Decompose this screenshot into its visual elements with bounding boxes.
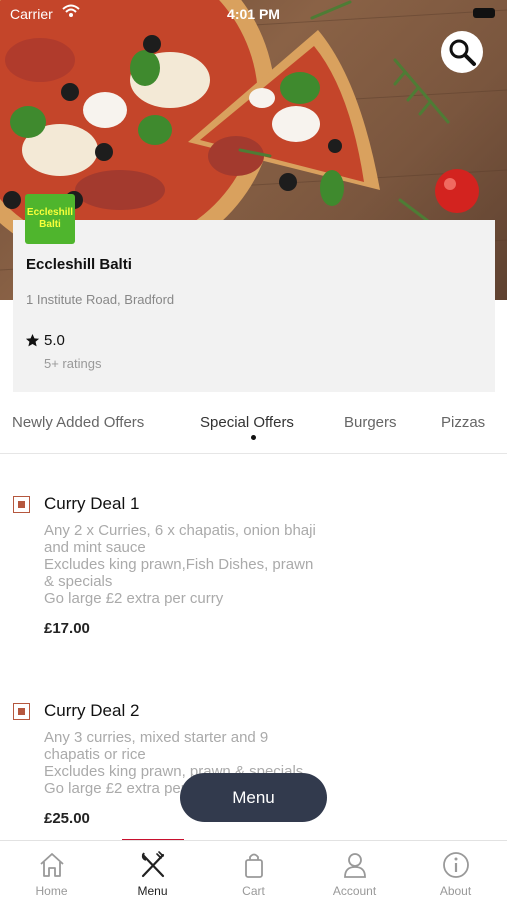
nav-home[interactable]: Home [1,841,102,900]
info-icon [443,852,469,878]
item-description-line: and mint sauce [44,539,146,556]
nav-label: Account [332,884,377,898]
battery-icon [473,8,495,18]
item-price: £17.00 [44,620,90,637]
tab-pizzas[interactable]: Pizzas [441,414,485,431]
search-button[interactable] [441,31,483,73]
item-select-checkbox[interactable] [13,496,30,513]
nav-cart[interactable]: Cart [203,841,304,900]
active-tab-indicator [251,435,256,440]
restaurant-logo: Eccleshill Balti [25,194,75,244]
shopping-bag-icon [245,853,263,878]
tab-burgers[interactable]: Burgers [344,414,397,431]
restaurant-address: 1 Institute Road, Bradford [26,292,175,307]
fork-knife-icon [141,851,165,878]
nav-label: Menu [137,884,168,898]
user-icon [344,853,366,878]
nav-label: About [439,884,472,898]
nav-menu[interactable]: Menu [102,841,203,900]
item-description-line: chapatis or rice [44,746,146,763]
item-description-line: Any 3 curries, mixed starter and 9 [44,729,269,746]
status-time: 4:01 PM [227,6,280,22]
rating-value: 5.0 [44,332,65,349]
item-title: Curry Deal 1 [44,494,140,513]
restaurant-info-card: Eccleshill Balti Eccleshill Balti 1 Inst… [13,194,495,392]
item-description-line: Any 2 x Curries, 6 x chapatis, onion bha… [44,522,316,539]
status-bar: Carrier 4:01 PM [0,0,507,28]
nav-about[interactable]: About [405,841,506,900]
rating-row: 5.0 [25,332,65,349]
floating-menu-button[interactable]: Menu [180,773,327,822]
search-icon [449,39,476,66]
category-tabs: Newly Added Offers Special Offers Burger… [0,400,507,454]
star-icon [25,333,40,347]
rating-count: 5+ ratings [44,356,102,371]
logo-text-line2: Balti [39,219,61,230]
restaurant-name: Eccleshill Balti [26,256,132,273]
home-icon [40,853,64,877]
item-description-line: & specials [44,573,113,590]
item-select-checkbox[interactable] [13,703,30,720]
logo-text-line1: Eccleshill [26,207,74,218]
item-description: Any 2 x Curries, 6 x chapatis, onion bha… [44,522,364,607]
nav-account[interactable]: Account [304,841,405,900]
tab-special-offers[interactable]: Special Offers [200,414,294,431]
nav-label: Cart [242,884,265,898]
item-description-line: Excludes king prawn,Fish Dishes, prawn [44,556,314,573]
bottom-nav: Home Menu Cart Account About [0,840,507,900]
item-description-line: Go large £2 extra per curry [44,590,224,607]
tab-newly-added-offers[interactable]: Newly Added Offers [12,414,144,431]
nav-label: Home [35,884,68,898]
item-title: Curry Deal 2 [44,701,140,720]
item-price: £25.00 [44,810,90,827]
